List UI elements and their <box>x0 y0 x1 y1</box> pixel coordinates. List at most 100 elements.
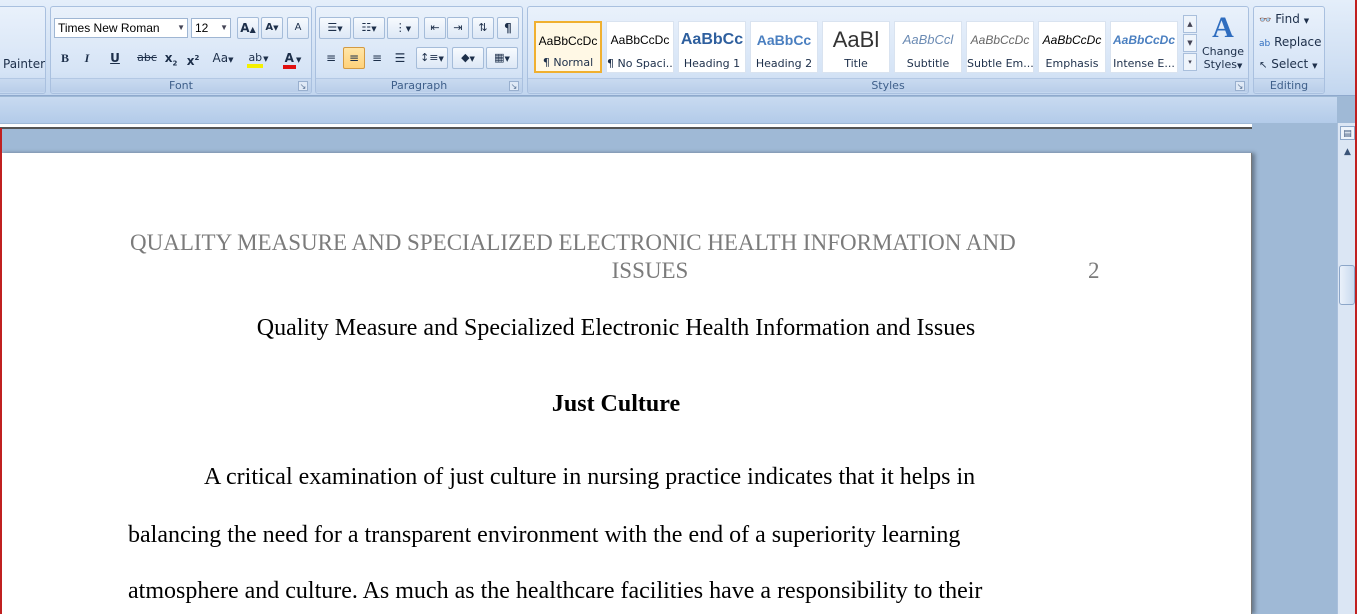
style-subtle-emphasis[interactable]: AaBbCcDc Subtle Em... <box>966 21 1034 73</box>
change-case-label: Aa <box>212 51 229 65</box>
align-right-button[interactable]: ≡ <box>366 47 388 69</box>
superscript-button[interactable]: x2 <box>183 47 203 69</box>
style-title[interactable]: AaBl Title <box>822 21 890 73</box>
scroll-up-icon[interactable]: ▲ <box>1340 145 1355 159</box>
format-painter-button[interactable]: Painter <box>3 57 45 71</box>
body-line: balancing the need for a transparent env… <box>128 522 961 548</box>
chevron-down-icon: ▼ <box>228 56 234 64</box>
strikethrough-button[interactable]: abc <box>135 47 159 69</box>
paragraph-dialog-launcher-icon[interactable]: ↘ <box>509 81 519 91</box>
bold-button[interactable]: B <box>55 47 75 69</box>
chevron-down-icon: ▼ <box>1303 17 1310 25</box>
font-size-combo[interactable]: 12 ▼ <box>191 18 231 38</box>
grow-font-button[interactable]: A▲ <box>237 17 259 39</box>
styles-more-button[interactable]: ▾ <box>1183 53 1197 71</box>
paragraph-group: ☰▼ ☷▼ ⋮▼ ⇤ ⇥ ⇅ ¶ ≡ ≡ ≡ ☰ ↕≡▼ ◆▼ ▦▼ Parag… <box>315 6 523 94</box>
style-normal[interactable]: AaBbCcDc ¶ Normal <box>534 21 602 73</box>
justify-icon: ☰ <box>394 51 406 65</box>
clipboard-group-label <box>0 78 45 92</box>
font-color-icon: A <box>282 51 296 69</box>
align-left-button[interactable]: ≡ <box>320 47 342 69</box>
replace-button[interactable]: ab Replace <box>1259 35 1322 49</box>
select-button[interactable]: ↖ Select ▼ <box>1259 57 1317 71</box>
scrollbar-thumb[interactable] <box>1339 265 1355 305</box>
highlighter-icon: ab <box>247 51 264 68</box>
style-name: Heading 2 <box>755 57 813 70</box>
style-emphasis[interactable]: AaBbCcDc Emphasis <box>1038 21 1106 73</box>
change-case-button[interactable]: Aa▼ <box>207 47 239 69</box>
find-button[interactable]: 👓 Find ▼ <box>1259 12 1309 26</box>
borders-icon: ▦ <box>494 51 505 64</box>
view-ruler-toggle-icon[interactable]: ▤ <box>1340 126 1355 140</box>
styles-scroll-down-button[interactable]: ▼ <box>1183 34 1197 52</box>
increase-indent-button[interactable]: ⇥ <box>447 17 469 39</box>
arrow-up-icon: ▲ <box>249 25 256 34</box>
italic-button[interactable]: I <box>77 47 97 69</box>
select-label: Select <box>1271 57 1309 71</box>
document-title: Quality Measure and Specialized Electron… <box>256 315 976 341</box>
sort-icon: ⇅ <box>478 21 488 34</box>
style-sample: AaBbCcDc <box>1042 33 1102 47</box>
arrow-down-icon: ▼ <box>273 24 279 32</box>
font-color-button[interactable]: A ▼ <box>277 47 307 69</box>
align-center-button[interactable]: ≡ <box>343 47 365 69</box>
style-name: Subtitle <box>906 57 950 70</box>
chevron-down-icon: ▼ <box>405 25 412 33</box>
running-header-line-1: QUALITY MEASURE AND SPECIALIZED ELECTRON… <box>130 230 1016 255</box>
increase-indent-icon: ⇥ <box>453 21 463 34</box>
style-name: ¶ No Spaci... <box>607 57 673 70</box>
style-heading-2[interactable]: AaBbCc Heading 2 <box>750 21 818 73</box>
font-name-value: Times New Roman <box>58 21 160 35</box>
clear-formatting-button[interactable]: A <box>287 17 309 39</box>
change-styles-button[interactable]: A Change Styles▼ <box>1200 11 1246 77</box>
body-line: A critical examination of just culture i… <box>204 464 976 490</box>
styles-dialog-launcher-icon[interactable]: ↘ <box>1235 81 1245 91</box>
show-hide-button[interactable]: ¶ <box>497 17 519 39</box>
style-heading-1[interactable]: AaBbCc Heading 1 <box>678 21 746 73</box>
style-sample: AaBbCcDc <box>970 33 1030 47</box>
editing-group: 👓 Find ▼ ab Replace ↖ Select ▼ Editing <box>1253 6 1325 94</box>
grow-font-label: A <box>240 21 250 35</box>
shading-button[interactable]: ◆▼ <box>452 47 484 69</box>
numbering-button[interactable]: ☷▼ <box>353 17 385 39</box>
highlight-button[interactable]: ab▼ <box>243 47 273 69</box>
shrink-font-button[interactable]: A▼ <box>261 17 283 39</box>
style-sample: AaBbCcDc <box>610 33 670 47</box>
bullets-icon: ☰ <box>327 21 338 34</box>
align-right-icon: ≡ <box>371 51 383 65</box>
style-name: Intense E... <box>1113 57 1175 70</box>
styles-scroll-up-button[interactable]: ▲ <box>1183 15 1197 33</box>
style-subtitle[interactable]: AaBbCcl Subtitle <box>894 21 962 73</box>
style-sample: AaBbCcDc <box>1112 33 1175 47</box>
numbering-icon: ☷ <box>361 21 372 34</box>
align-center-icon: ≡ <box>348 51 360 65</box>
document-page[interactable]: QUALITY MEASURE AND SPECIALIZED ELECTRON… <box>0 153 1252 614</box>
font-dialog-launcher-icon[interactable]: ↘ <box>298 81 308 91</box>
decrease-indent-button[interactable]: ⇤ <box>424 17 446 39</box>
chevron-down-icon: ▼ <box>504 55 510 63</box>
sort-button[interactable]: ⇅ <box>472 17 494 39</box>
find-label: Find <box>1275 12 1300 26</box>
borders-button[interactable]: ▦▼ <box>486 47 518 69</box>
style-sample: AaBbCc <box>680 31 744 48</box>
subscript-button[interactable]: x2 <box>161 47 181 69</box>
replace-icon: ab <box>1259 39 1271 49</box>
style-no-spacing[interactable]: AaBbCcDc ¶ No Spaci... <box>606 21 674 73</box>
font-size-value: 12 <box>195 21 209 35</box>
underline-button[interactable]: U <box>101 47 129 69</box>
body-line: atmosphere and culture. As much as the h… <box>128 578 983 604</box>
bullets-button[interactable]: ☰▼ <box>319 17 351 39</box>
justify-button[interactable]: ☰ <box>389 47 411 69</box>
chevron-down-icon: ▼ <box>438 55 444 63</box>
change-styles-icon: A <box>1212 11 1234 44</box>
font-group-label: Font <box>51 78 311 92</box>
clear-formatting-icon: A <box>294 22 302 33</box>
line-spacing-button[interactable]: ↕≡▼ <box>416 47 448 69</box>
vertical-scrollbar[interactable]: ▤ ▲ <box>1337 123 1357 614</box>
style-intense-emphasis[interactable]: AaBbCcDc Intense E... <box>1110 21 1178 73</box>
font-name-combo[interactable]: Times New Roman ▼ <box>54 18 188 38</box>
style-sample: AaBbCcl <box>902 32 954 47</box>
paragraph-group-label: Paragraph <box>316 78 522 92</box>
section-heading: Just Culture <box>551 391 681 417</box>
multilevel-list-button[interactable]: ⋮▼ <box>387 17 419 39</box>
